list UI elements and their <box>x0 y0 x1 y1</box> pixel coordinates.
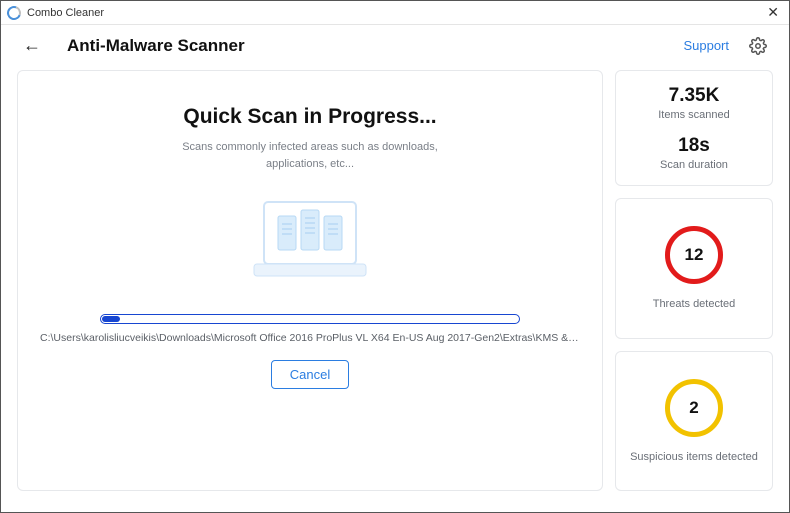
suspicious-value: 2 <box>689 398 698 418</box>
threats-label: Threats detected <box>653 298 736 310</box>
laptop-scan-icon <box>250 196 370 284</box>
window-title: Combo Cleaner <box>27 7 104 19</box>
threats-value: 12 <box>685 245 704 265</box>
suspicious-card: 2 Suspicious items detected <box>615 351 773 492</box>
items-scanned-value: 7.35K <box>658 85 730 107</box>
suspicious-ring-icon: 2 <box>665 379 723 437</box>
close-icon[interactable]: ✕ <box>763 4 783 21</box>
scan-progress-fill <box>102 316 120 322</box>
back-arrow-icon[interactable]: ← <box>23 35 41 56</box>
scan-duration-value: 18s <box>660 135 728 157</box>
support-link[interactable]: Support <box>683 38 729 53</box>
items-scanned-label: Items scanned <box>658 109 730 121</box>
suspicious-label: Suspicious items detected <box>630 451 758 463</box>
scan-main-card: Quick Scan in Progress... Scans commonly… <box>17 70 603 491</box>
header: ← Anti-Malware Scanner Support <box>1 25 789 70</box>
scan-current-path: C:\Users\karolisliucveikis\Downloads\Mic… <box>40 332 580 344</box>
stats-card: 7.35K Items scanned 18s Scan duration <box>615 70 773 186</box>
scan-title: Quick Scan in Progress... <box>183 105 436 129</box>
scan-progress-bar <box>100 314 520 324</box>
titlebar: Combo Cleaner ✕ <box>1 1 789 25</box>
app-logo-icon <box>5 3 24 22</box>
gear-icon[interactable] <box>749 37 767 55</box>
threats-card: 12 Threats detected <box>615 198 773 339</box>
cancel-button[interactable]: Cancel <box>271 360 349 389</box>
threats-ring-icon: 12 <box>665 226 723 284</box>
page-title: Anti-Malware Scanner <box>67 36 245 56</box>
scan-duration-label: Scan duration <box>660 159 728 171</box>
scan-subtitle: Scans commonly infected areas such as do… <box>160 139 460 172</box>
